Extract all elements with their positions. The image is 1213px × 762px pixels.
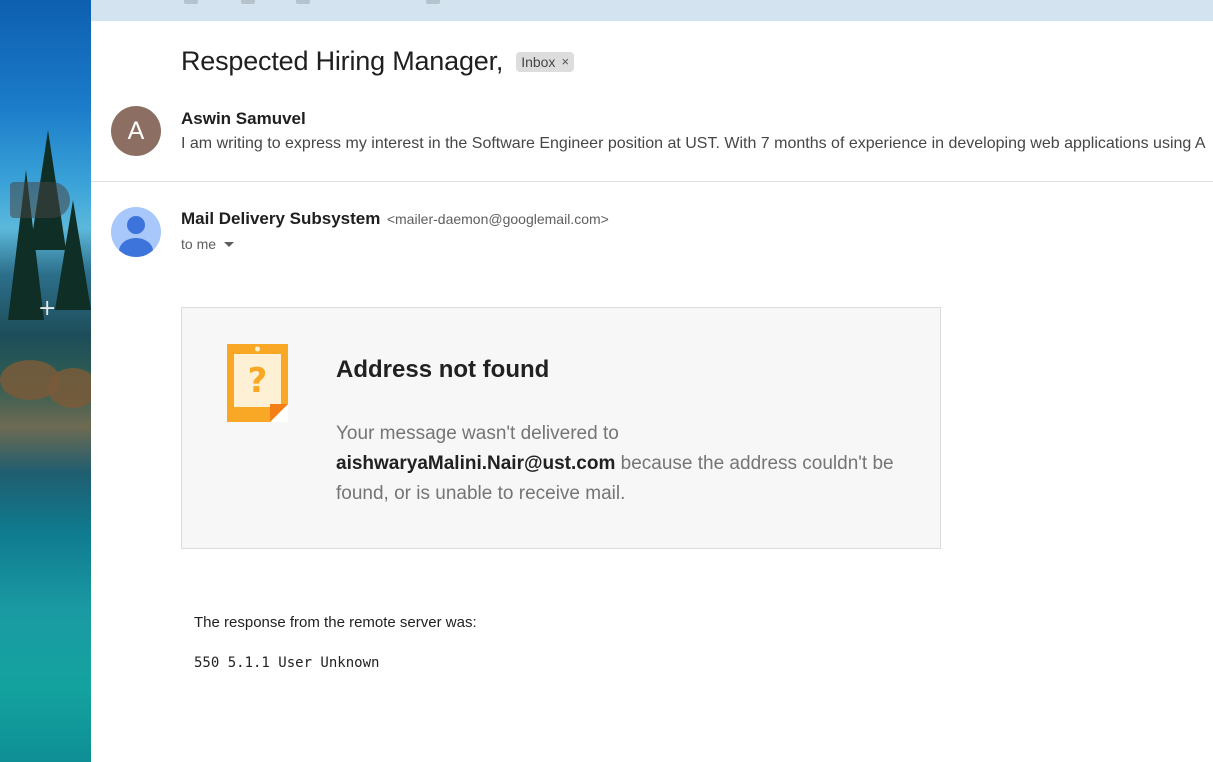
- rock: [48, 368, 91, 408]
- person-icon-body: [119, 238, 153, 257]
- message-snippet[interactable]: I am writing to express my interest in t…: [181, 135, 1206, 153]
- message-divider: [91, 181, 1213, 182]
- sender-name[interactable]: Mail Delivery Subsystem: [181, 209, 380, 228]
- chevron-down-icon[interactable]: [224, 241, 235, 247]
- server-response-label: The response from the remote server was:: [194, 614, 477, 631]
- plus-icon[interactable]: +: [38, 296, 56, 321]
- back-icon[interactable]: [184, 0, 198, 4]
- email-subject: Respected Hiring Manager,: [181, 46, 504, 76]
- sender-email: <mailer-daemon@googlemail.com>: [386, 211, 609, 227]
- remove-label-icon[interactable]: ×: [561, 54, 569, 69]
- subject-row: Respected Hiring Manager, Inbox ×: [181, 46, 575, 77]
- side-panel-toggle[interactable]: [10, 182, 70, 218]
- recipient-address: aishwaryaMalini.Nair@ust.com: [336, 453, 616, 474]
- recipient-label: to me: [181, 236, 217, 252]
- sender-name[interactable]: Aswin Samuvel: [181, 109, 306, 129]
- avatar[interactable]: [111, 207, 161, 257]
- server-response-code: 550 5.1.1 User Unknown: [194, 655, 380, 671]
- sender-row: Mail Delivery Subsystem <mailer-daemon@g…: [181, 209, 609, 229]
- delivery-failure-card: ? Address not found Your message wasn't …: [181, 307, 941, 549]
- mail-reading-pane: Respected Hiring Manager, Inbox × A Aswi…: [91, 0, 1213, 762]
- card-message: Your message wasn't delivered to aishwar…: [336, 419, 926, 509]
- desktop-wallpaper: +: [0, 0, 91, 762]
- label-name: Inbox: [521, 53, 556, 70]
- inbox-label-chip[interactable]: Inbox ×: [516, 51, 575, 72]
- report-icon[interactable]: [296, 0, 310, 4]
- message-prefix: Your message wasn't delivered to: [336, 423, 619, 444]
- svg-text:?: ?: [248, 361, 268, 401]
- avatar[interactable]: A: [111, 106, 161, 156]
- toolbar: [91, 0, 1213, 21]
- person-icon-head: [127, 216, 145, 234]
- tree-silhouette: [55, 200, 91, 310]
- question-note-icon: ?: [227, 344, 288, 422]
- archive-icon[interactable]: [241, 0, 255, 4]
- recipient-details-toggle[interactable]: to me: [181, 236, 235, 252]
- mark-unread-icon[interactable]: [426, 0, 440, 4]
- card-title: Address not found: [336, 356, 550, 383]
